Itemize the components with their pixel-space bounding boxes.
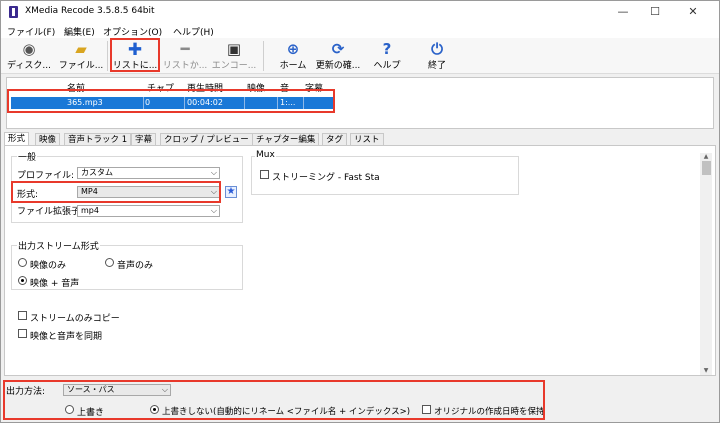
vertical-scrollbar[interactable] — [700, 153, 712, 375]
extension-select[interactable]: mp4 ⌵ — [77, 205, 220, 217]
app-logo-icon — [9, 6, 18, 18]
audio-only-radio[interactable] — [105, 258, 114, 267]
title-bar: XMedia Recode 3.5.8.5 64bit — ☐ ✕ — [1, 1, 719, 23]
video-only-label: 映像のみ — [30, 261, 67, 271]
profile-label: プロファイル: — [17, 171, 75, 181]
encode-button[interactable]: ▣ エンコー... — [206, 38, 262, 74]
disc-icon: ◉ — [22, 40, 36, 58]
output-method-area: 出力方法: ソース・パス ⌵ 上書き 上書きしない(自動的にリネーム <ファイル… — [1, 378, 719, 422]
film-icon: ▣ — [226, 40, 242, 58]
question-icon: ? — [382, 40, 392, 58]
tab-format[interactable]: 形式 — [4, 132, 30, 146]
stream-copy-checkbox[interactable] — [18, 311, 27, 320]
minus-icon: ━ — [180, 40, 190, 58]
toolbar-separator — [107, 41, 108, 71]
maximize-button[interactable]: ☐ — [641, 3, 669, 21]
scroll-up-arrow-icon[interactable]: ▲ — [700, 153, 712, 161]
add-to-list-button[interactable]: ✚ リストに... — [110, 38, 160, 72]
video-audio-radio[interactable] — [18, 276, 27, 285]
plus-icon: ✚ — [127, 40, 143, 60]
general-group-title: 一般 — [17, 150, 38, 163]
globe-icon: ⊕ — [286, 40, 300, 58]
help-button[interactable]: ? ヘルプ — [359, 38, 415, 74]
minimize-button[interactable]: — — [609, 3, 637, 21]
output-stream-title: 出力ストリーム形式 — [17, 239, 100, 252]
video-only-radio[interactable] — [18, 258, 27, 267]
menu-edit[interactable]: 編集(E) — [64, 25, 95, 38]
mux-group-title: Mux — [255, 150, 276, 160]
scroll-down-arrow-icon[interactable]: ▼ — [700, 367, 712, 375]
menu-bar: ファイル(F) 編集(E) オプション(O) ヘルプ(H) — [1, 23, 719, 38]
exit-button[interactable]: ⏻ 終了 — [409, 38, 465, 74]
toolbar-separator — [263, 41, 264, 71]
sync-av-checkbox[interactable] — [18, 329, 27, 338]
toolbar: ◉ ディスク... ▰ ファイル... ✚ リストに... ━ リストか... … — [1, 38, 719, 74]
video-audio-label: 映像 + 音声 — [30, 279, 80, 289]
power-icon: ⏻ — [431, 40, 443, 58]
stream-copy-label: ストリームのみコピー — [30, 314, 120, 324]
profile-select[interactable]: カスタム ⌵ — [77, 167, 220, 179]
output-highlight-box — [3, 380, 545, 420]
scrollbar-thumb[interactable] — [702, 161, 711, 175]
list-highlight-box — [7, 89, 335, 113]
chevron-down-icon: ⌵ — [210, 168, 217, 177]
sync-av-label: 映像と音声を同期 — [30, 332, 103, 342]
app-window: XMedia Recode 3.5.8.5 64bit — ☐ ✕ ファイル(F… — [0, 0, 720, 423]
open-disc-button[interactable]: ◉ ディスク... — [1, 38, 57, 74]
close-button[interactable]: ✕ — [679, 3, 707, 21]
menu-options[interactable]: オプション(O) — [103, 25, 162, 38]
refresh-icon: ⟳ — [331, 40, 345, 58]
file-list[interactable]: 名前 チャプ... 再生時間 映像 音... 字幕 365.mp3 0 00:0… — [6, 77, 714, 129]
remove-from-list-button[interactable]: ━ リストか... — [157, 38, 213, 74]
folder-icon: ▰ — [75, 40, 87, 58]
favorite-star-icon[interactable]: ★ — [225, 186, 237, 198]
extension-label: ファイル拡張子: — [17, 207, 84, 215]
streaming-label: ストリーミング - Fast Sta — [272, 173, 380, 183]
open-file-button[interactable]: ▰ ファイル... — [53, 38, 109, 74]
window-title: XMedia Recode 3.5.8.5 64bit — [25, 6, 155, 16]
tab-strip: 形式 映像 音声トラック 1 字幕 クロップ / プレビュー チャプター編集 タ… — [1, 132, 719, 146]
chevron-down-icon: ⌵ — [210, 206, 217, 215]
format-highlight-box — [11, 181, 221, 203]
menu-help[interactable]: ヘルプ(H) — [173, 25, 214, 38]
streaming-checkbox[interactable] — [260, 170, 269, 179]
audio-only-label: 音声のみ — [117, 261, 154, 271]
menu-file[interactable]: ファイル(F) — [7, 25, 55, 38]
